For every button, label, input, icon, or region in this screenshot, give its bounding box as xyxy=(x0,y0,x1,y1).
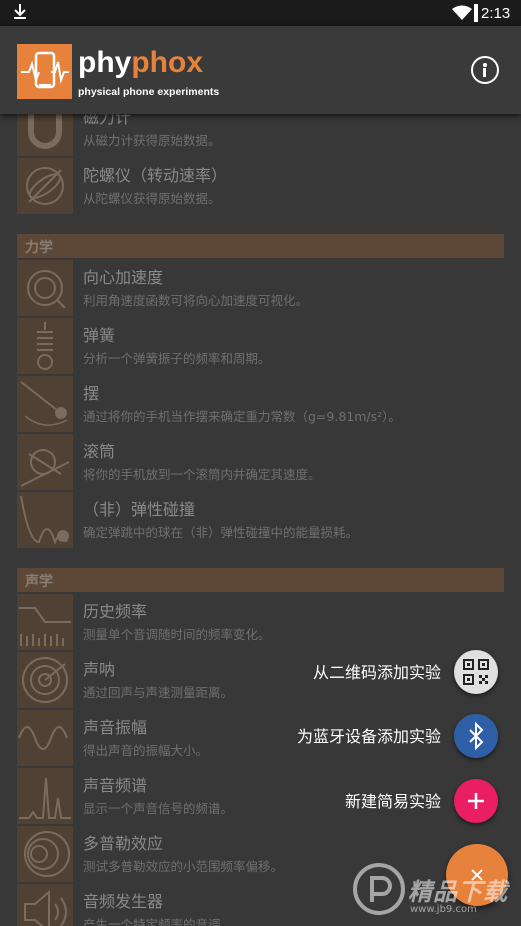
centripetal-icon xyxy=(17,260,73,316)
category-title: 声学 xyxy=(25,574,53,590)
item-description: 测试多普勒效应的小范围频率偏移。 xyxy=(83,859,284,874)
doppler-icon xyxy=(17,826,73,882)
category-header-acoustics: 声学 xyxy=(17,568,504,592)
battery-icon xyxy=(474,4,478,22)
add-bluetooth-button[interactable] xyxy=(454,714,498,758)
wifi-icon xyxy=(452,5,472,20)
bluetooth-icon xyxy=(469,721,484,751)
item-title: 多普勒效应 xyxy=(83,834,164,853)
watermark-url: www.jb9.com xyxy=(410,904,477,915)
bounce-icon xyxy=(17,492,73,548)
item-title: 声音振幅 xyxy=(83,718,148,737)
amplitude-icon xyxy=(17,710,73,766)
list-item-centripetal[interactable]: 向心加速度 利用角速度函数可将向心加速度可视化。 xyxy=(17,260,504,316)
item-description: 分析一个弹簧振子的频率和周期。 xyxy=(83,351,271,366)
item-description: 显示一个声音信号的频谱。 xyxy=(83,801,234,816)
item-description: 将你的手机放到一个滚筒内并确定其速度。 xyxy=(83,467,321,482)
spectrum-icon xyxy=(17,768,73,824)
add-from-qr-label[interactable]: 从二维码添加实验 xyxy=(313,659,441,683)
item-title: 滚筒 xyxy=(83,442,116,461)
item-description: 利用角速度函数可将向心加速度可视化。 xyxy=(83,293,309,308)
status-time: 2:13 xyxy=(481,5,511,22)
item-title: 声呐 xyxy=(83,660,116,679)
item-title: 磁力计 xyxy=(83,114,132,127)
status-bar: 2:13 xyxy=(0,0,521,26)
brand-tagline: physical phone experiments xyxy=(78,86,220,98)
item-description: 测量单个音调随时间的频率变化。 xyxy=(83,627,271,642)
new-simple-experiment-label[interactable]: 新建简易实验 xyxy=(345,788,441,812)
new-simple-experiment-button[interactable] xyxy=(454,779,498,823)
item-title: 历史频率 xyxy=(83,602,148,621)
item-description: 得出声音的振幅大小。 xyxy=(83,743,209,758)
list-item-spring[interactable]: 弹簧 分析一个弹簧振子的频率和周期。 xyxy=(17,318,504,374)
magnet-icon xyxy=(17,114,73,156)
plus-icon xyxy=(468,793,484,809)
category-header-mechanics: 力学 xyxy=(17,234,504,258)
list-item-gyroscope[interactable]: 陀螺仪（转动速率） 从陀螺仪获得原始数据。 xyxy=(17,158,504,214)
info-button[interactable] xyxy=(471,56,499,84)
item-title: 摆 xyxy=(83,384,100,403)
item-title: （非）弹性碰撞 xyxy=(83,500,196,519)
add-bluetooth-label[interactable]: 为蓝牙设备添加实验 xyxy=(297,723,441,747)
watermark-text: 精品下载 xyxy=(408,878,508,906)
list-item-frequency-history[interactable]: 历史频率 测量单个音调随时间的频率变化。 xyxy=(17,594,504,650)
gyroscope-icon xyxy=(17,158,73,214)
category-title: 力学 xyxy=(25,240,53,256)
brand-phox: phox xyxy=(131,46,204,79)
item-description: 产生一个特定频率的音调。 xyxy=(83,917,234,926)
item-description: 确定弹跳中的球在（非）弹性碰撞中的能量损耗。 xyxy=(83,525,359,540)
roll-icon xyxy=(17,434,73,490)
tone-generator-icon xyxy=(17,884,73,926)
sonar-icon xyxy=(17,652,73,708)
frequency-history-icon xyxy=(17,594,73,650)
watermark-logo-icon xyxy=(353,863,405,915)
phyphox-logo-icon xyxy=(17,44,72,99)
item-title: 陀螺仪（转动速率） xyxy=(83,166,228,185)
brand-phy: phy xyxy=(78,46,132,79)
item-description: 通过回声与声速测量距离。 xyxy=(83,685,234,700)
list-item-pendulum[interactable]: 摆 通过将你的手机当作摆来确定重力常数（g=9.81m/s²）。 xyxy=(17,376,504,432)
item-title: 音频发生器 xyxy=(83,892,164,911)
list-item-magnetometer[interactable]: 磁力计 从磁力计获得原始数据。 xyxy=(17,114,504,156)
experiment-list[interactable]: 磁力计 从磁力计获得原始数据。 陀螺仪（转动速率） 从陀螺仪获得原始数据。 力学… xyxy=(0,114,521,926)
item-description: 从陀螺仪获得原始数据。 xyxy=(83,191,221,206)
item-description: 通过将你的手机当作摆来确定重力常数（g=9.81m/s²）。 xyxy=(83,409,401,424)
pendulum-icon xyxy=(17,376,73,432)
spring-icon xyxy=(17,318,73,374)
watermark: 精品下载 www.jb9.com xyxy=(352,852,521,926)
app-brand: phyphox physical phone experiments xyxy=(78,46,219,98)
info-icon xyxy=(483,63,487,67)
item-title: 向心加速度 xyxy=(83,268,164,287)
qr-code-icon xyxy=(463,659,489,685)
add-from-qr-button[interactable] xyxy=(454,650,498,694)
list-item-bounce[interactable]: （非）弹性碰撞 确定弹跳中的球在（非）弹性碰撞中的能量损耗。 xyxy=(17,492,504,548)
item-description: 从磁力计获得原始数据。 xyxy=(83,133,221,148)
list-item-roll[interactable]: 滚筒 将你的手机放到一个滚筒内并确定其速度。 xyxy=(17,434,504,490)
item-title: 声音频谱 xyxy=(83,776,148,795)
download-icon xyxy=(14,4,26,19)
item-title: 弹簧 xyxy=(83,326,116,345)
